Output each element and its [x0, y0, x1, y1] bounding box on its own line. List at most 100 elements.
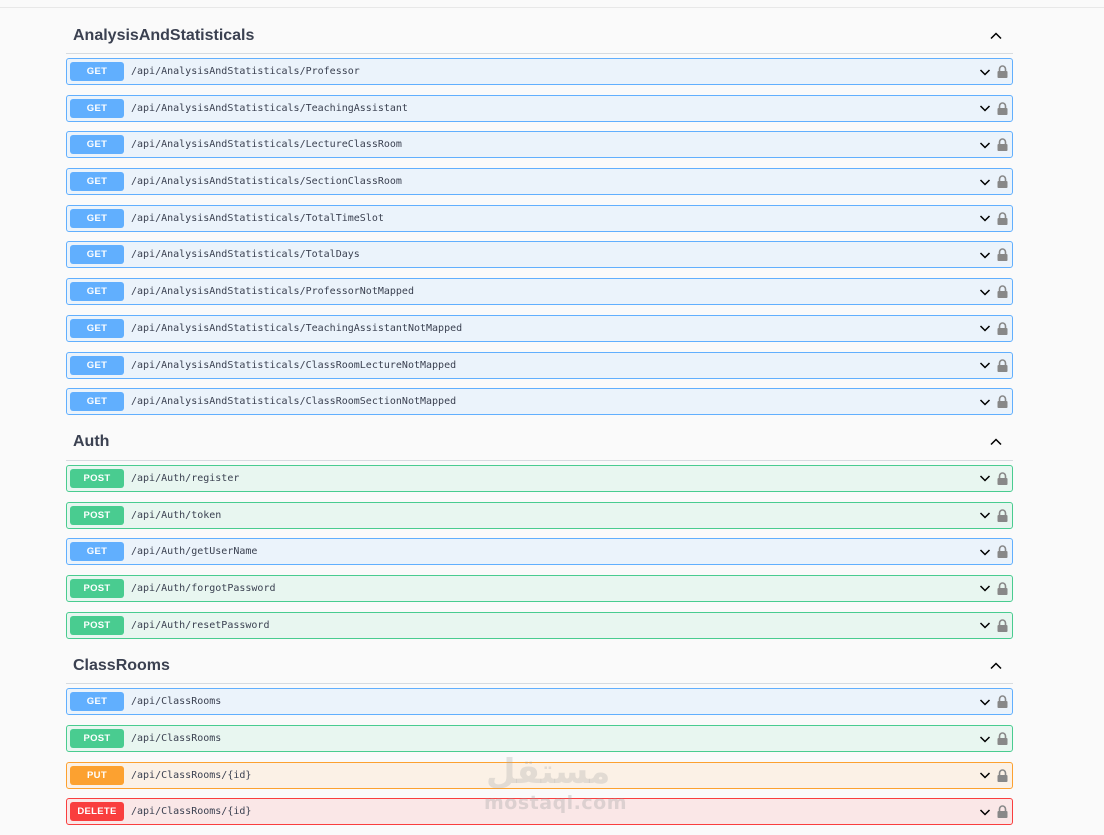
operation-row[interactable]: GET/api/AnalysisAndStatisticals/TotalDay…	[66, 241, 1013, 269]
lock-icon[interactable]	[997, 322, 1008, 335]
chevron-down-icon[interactable]	[979, 286, 991, 298]
chevron-down-icon[interactable]	[979, 509, 991, 521]
operation-controls	[979, 96, 1008, 121]
operation-row[interactable]: POST/api/Auth/register	[66, 464, 1013, 492]
operation-controls	[979, 389, 1008, 414]
section-header[interactable]: ClassRooms	[66, 648, 1013, 685]
operation-row[interactable]: DELETE/api/ClassRooms/{id}	[66, 798, 1013, 826]
operation-controls	[979, 59, 1008, 84]
method-badge: GET	[70, 172, 124, 192]
chevron-up-icon[interactable]	[979, 21, 1013, 51]
endpoint-path: /api/ClassRooms/{id}	[131, 806, 252, 818]
lock-icon[interactable]	[997, 138, 1008, 152]
operation-row[interactable]: GET/api/AnalysisAndStatisticals/ClassRoo…	[66, 388, 1013, 416]
chevron-down-icon[interactable]	[979, 396, 991, 408]
operation-row[interactable]: POST/api/Auth/token	[66, 501, 1013, 529]
operation-row[interactable]: GET/api/AnalysisAndStatisticals/Teaching…	[66, 314, 1013, 342]
operation-row[interactable]: GET/api/AnalysisAndStatisticals/LectureC…	[66, 131, 1013, 159]
chevron-down-icon[interactable]	[979, 102, 991, 114]
operation-controls	[979, 726, 1008, 751]
chevron-down-icon[interactable]	[979, 66, 991, 78]
method-badge: PUT	[70, 765, 124, 785]
operation-controls	[979, 763, 1008, 788]
chevron-down-icon[interactable]	[979, 139, 991, 151]
endpoint-path: /api/AnalysisAndStatisticals/TotalDays	[131, 249, 360, 261]
top-divider	[0, 0, 1104, 8]
lock-icon[interactable]	[997, 101, 1008, 115]
chevron-down-icon[interactable]	[979, 619, 991, 631]
section-header[interactable]: AnalysisAndStatisticals	[66, 18, 1013, 54]
operation-row[interactable]: GET/api/AnalysisAndStatisticals/ClassRoo…	[66, 351, 1013, 379]
api-operations-list: AnalysisAndStatisticals GET/api/AnalysisA…	[66, 18, 1013, 835]
operation-controls	[979, 613, 1008, 638]
chevron-down-icon[interactable]	[979, 359, 991, 371]
operation-row[interactable]: GET/api/AnalysisAndStatisticals/TotalTim…	[66, 204, 1013, 232]
method-badge: GET	[70, 355, 124, 375]
chevron-down-icon[interactable]	[979, 806, 991, 818]
endpoint-path: /api/ClassRooms/{id}	[131, 769, 252, 781]
chevron-down-icon[interactable]	[979, 582, 991, 594]
method-badge: GET	[70, 135, 124, 155]
lock-icon[interactable]	[997, 285, 1008, 299]
lock-icon[interactable]	[997, 212, 1008, 225]
chevron-down-icon[interactable]	[979, 322, 991, 334]
lock-icon[interactable]	[997, 732, 1008, 745]
method-badge: POST	[70, 615, 124, 635]
method-badge: DELETE	[70, 802, 124, 822]
operation-row[interactable]: GET/api/AnalysisAndStatisticals/Professo…	[66, 58, 1013, 85]
chevron-down-icon[interactable]	[979, 249, 991, 261]
chevron-down-icon[interactable]	[979, 176, 991, 188]
operation-row[interactable]: GET/api/AnalysisAndStatisticals/Professo…	[66, 278, 1013, 306]
lock-icon[interactable]	[997, 248, 1008, 262]
lock-icon[interactable]	[997, 582, 1008, 595]
lock-icon[interactable]	[997, 695, 1008, 709]
lock-icon[interactable]	[997, 508, 1008, 522]
method-badge: POST	[70, 578, 124, 598]
chevron-up-icon[interactable]	[979, 427, 1013, 457]
section-header[interactable]: Auth	[66, 425, 1013, 461]
chevron-down-icon[interactable]	[979, 212, 991, 224]
operation-controls	[979, 206, 1008, 231]
lock-icon[interactable]	[997, 395, 1008, 409]
operation-row[interactable]: GET/api/AnalysisAndStatisticals/SectionC…	[66, 168, 1013, 196]
operation-row[interactable]: PUT/api/ClassRooms/{id}	[66, 761, 1013, 789]
endpoint-path: /api/AnalysisAndStatisticals/LectureClas…	[131, 139, 402, 151]
endpoint-path: /api/AnalysisAndStatisticals/Professor	[131, 66, 360, 77]
operation-row[interactable]: POST/api/Auth/forgotPassword	[66, 574, 1013, 602]
chevron-down-icon[interactable]	[979, 769, 991, 781]
lock-icon[interactable]	[997, 472, 1008, 485]
method-badge: GET	[70, 62, 124, 81]
endpoint-path: /api/AnalysisAndStatisticals/TotalTimeSl…	[131, 212, 384, 224]
operation-row[interactable]: GET/api/Auth/getUserName	[66, 538, 1013, 566]
chevron-down-icon[interactable]	[979, 696, 991, 708]
operation-controls	[979, 576, 1008, 601]
method-badge: POST	[70, 505, 124, 525]
operation-row[interactable]: GET/api/ClassRooms	[66, 688, 1013, 716]
section-title: AnalysisAndStatisticals	[73, 26, 255, 44]
endpoint-path: /api/Auth/token	[131, 509, 222, 521]
chevron-down-icon[interactable]	[979, 472, 991, 484]
lock-icon[interactable]	[997, 175, 1008, 189]
lock-icon[interactable]	[997, 545, 1008, 559]
method-badge: GET	[70, 392, 124, 412]
method-badge: GET	[70, 208, 124, 228]
endpoint-path: /api/ClassRooms	[131, 696, 222, 708]
method-badge: POST	[70, 729, 124, 748]
endpoint-path: /api/AnalysisAndStatisticals/ClassRoomLe…	[131, 359, 457, 371]
lock-icon[interactable]	[997, 768, 1008, 782]
endpoint-path: /api/AnalysisAndStatisticals/ProfessorNo…	[131, 286, 414, 298]
lock-icon[interactable]	[997, 618, 1008, 632]
chevron-down-icon[interactable]	[979, 546, 991, 558]
operation-controls	[979, 466, 1008, 491]
operation-row[interactable]: GET/api/AnalysisAndStatisticals/Teaching…	[66, 94, 1013, 122]
lock-icon[interactable]	[997, 805, 1008, 819]
operation-row[interactable]: POST/api/ClassRooms	[66, 725, 1013, 752]
method-badge: GET	[70, 542, 124, 562]
chevron-up-icon[interactable]	[979, 651, 1013, 681]
operation-row[interactable]: POST/api/Auth/resetPassword	[66, 611, 1013, 639]
lock-icon[interactable]	[997, 358, 1008, 372]
operation-controls	[979, 353, 1008, 378]
method-badge: GET	[70, 282, 124, 302]
lock-icon[interactable]	[997, 65, 1008, 78]
chevron-down-icon[interactable]	[979, 733, 991, 745]
